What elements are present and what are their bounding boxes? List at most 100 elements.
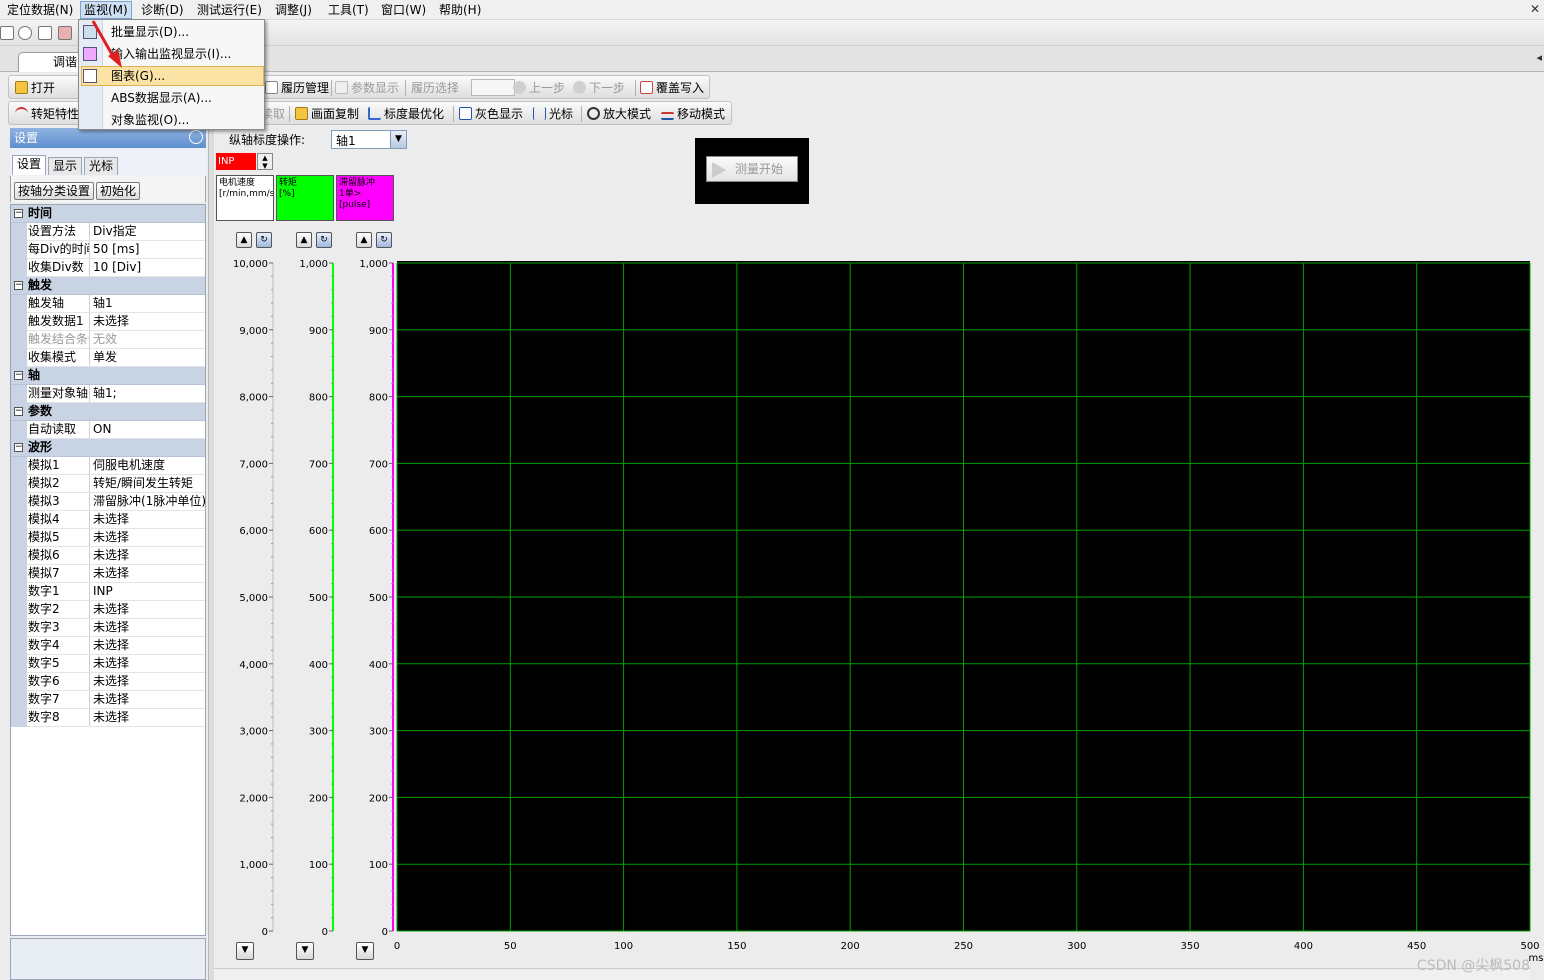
torque-button[interactable]: 转矩特性 [15, 105, 79, 123]
property-value[interactable]: 未选择 [93, 313, 205, 330]
prev-button[interactable]: 上一步 [513, 79, 565, 97]
axis-category-button[interactable]: 按轴分类设置 [14, 182, 95, 200]
legend-droop-pulse[interactable]: 滞留脉冲 1单> [pulse] [336, 175, 394, 221]
property-value[interactable]: INP [93, 583, 205, 600]
menu-monitor[interactable]: 监视(M) [80, 1, 132, 19]
menu-position-data[interactable]: 定位数据(N) [4, 2, 76, 18]
property-row[interactable]: 数字5 未选择 [11, 655, 205, 673]
property-value[interactable]: 未选择 [93, 691, 205, 708]
param-display-button[interactable]: 参数显示 [335, 79, 399, 97]
property-category[interactable]: − 触发 [11, 277, 205, 295]
property-row[interactable]: 数字7 未选择 [11, 691, 205, 709]
property-value[interactable]: 未选择 [93, 565, 205, 582]
collapse-icon[interactable]: − [14, 209, 23, 218]
property-value[interactable]: 50 [ms] [93, 241, 205, 258]
chevron-down-icon[interactable]: ▼ [390, 131, 406, 148]
property-row[interactable]: 模拟4 未选择 [11, 511, 205, 529]
zoom-mode-button[interactable]: 放大模式 [587, 105, 651, 123]
collapse-icon[interactable]: − [14, 407, 23, 416]
property-category[interactable]: − 时间 [11, 205, 205, 223]
menu-object-monitor[interactable]: 对象监视(O)... [111, 112, 189, 128]
menu-help[interactable]: 帮助(H) [436, 2, 484, 18]
collapse-icon[interactable]: − [14, 281, 23, 290]
menu-io-monitor[interactable]: 输入输出监视显示(I)... [111, 46, 231, 62]
property-value[interactable]: 10 [Div] [93, 259, 205, 276]
property-row[interactable]: 收集模式 单发 [11, 349, 205, 367]
tab-cursor[interactable]: 光标 [84, 157, 119, 175]
initialize-button[interactable]: 初始化 [96, 182, 141, 200]
property-category[interactable]: − 波形 [11, 439, 205, 457]
monitor-icon[interactable] [58, 26, 72, 40]
menu-graph[interactable]: 图表(G)... [111, 68, 165, 84]
gray-display-button[interactable]: 灰色显示 [459, 105, 523, 123]
property-value[interactable]: 单发 [93, 349, 205, 366]
property-value[interactable]: 无效 [93, 331, 205, 348]
tab-display[interactable]: 显示 [48, 157, 83, 175]
history-select-box[interactable] [471, 79, 515, 96]
property-value[interactable]: 未选择 [93, 637, 205, 654]
move-mode-button[interactable]: 移动模式 [661, 105, 725, 123]
property-row[interactable]: 数字6 未选择 [11, 673, 205, 691]
open-button[interactable]: 打开 [15, 79, 55, 97]
property-value[interactable]: 未选择 [93, 619, 205, 636]
property-row[interactable]: 测量对象轴 轴1; [11, 385, 205, 403]
overwrite-button[interactable]: 覆盖写入 [640, 79, 704, 97]
property-value[interactable]: 轴1 [93, 295, 205, 312]
axis-select[interactable]: 轴1 ▼ [331, 130, 407, 149]
property-row[interactable]: 触发轴 轴1 [11, 295, 205, 313]
property-category[interactable]: − 轴 [11, 367, 205, 385]
inp-signal-box[interactable]: INP [216, 153, 256, 170]
graph-chart[interactable]: 0 50 100 150 200 250 300 350 400 450 500ms10,0009,… [214, 222, 1544, 962]
history-button[interactable]: 履历管理 [265, 79, 329, 97]
property-row[interactable]: 每Div的时间 50 [ms] [11, 241, 205, 259]
property-value[interactable]: 伺服电机速度 [93, 457, 205, 474]
legend-motor-speed[interactable]: 电机速度 [r/min,mm/s] [216, 175, 274, 221]
menu-adjust[interactable]: 调整(J) [272, 2, 315, 18]
property-value[interactable]: 未选择 [93, 655, 205, 672]
property-value[interactable]: 轴1; [93, 385, 205, 402]
property-value[interactable]: 未选择 [93, 673, 205, 690]
property-value[interactable]: 未选择 [93, 547, 205, 564]
new-icon[interactable] [0, 26, 14, 40]
property-value[interactable]: 转矩/瞬间发生转矩 [93, 475, 205, 492]
horizontal-scrollbar[interactable] [214, 968, 1530, 980]
property-row[interactable]: 模拟2 转矩/瞬间发生转矩 [11, 475, 205, 493]
property-value[interactable]: 滞留脉冲(1脉冲单位) [93, 493, 205, 510]
next-button[interactable]: 下一步 [573, 79, 625, 97]
property-value[interactable]: 未选择 [93, 511, 205, 528]
measure-start-button[interactable]: 测量开始 [706, 156, 798, 182]
property-value[interactable]: Div指定 [93, 223, 205, 240]
spinner-icon[interactable]: ▲ ▼ [257, 153, 273, 170]
scale-optimize-button[interactable]: 标度最优化 [368, 105, 444, 123]
property-row[interactable]: 数字1 INP [11, 583, 205, 601]
property-row[interactable]: 模拟6 未选择 [11, 547, 205, 565]
collapse-icon[interactable]: − [14, 371, 23, 380]
collapse-icon[interactable]: − [14, 443, 23, 452]
menu-abs-data[interactable]: ABS数据显示(A)... [111, 90, 212, 106]
property-value[interactable]: 未选择 [93, 601, 205, 618]
property-row[interactable]: 数字4 未选择 [11, 637, 205, 655]
property-row[interactable]: 数字3 未选择 [11, 619, 205, 637]
screen-copy-button[interactable]: 画面复制 [295, 105, 359, 123]
property-row[interactable]: 触发数据1 未选择 [11, 313, 205, 331]
property-row[interactable]: 数字2 未选择 [11, 601, 205, 619]
hand-icon[interactable] [38, 26, 52, 40]
menu-test-run[interactable]: 测试运行(E) [194, 2, 265, 18]
property-value[interactable]: 未选择 [93, 709, 205, 726]
legend-torque[interactable]: 转矩 [%] [276, 175, 334, 221]
menu-tools[interactable]: 工具(T) [325, 2, 372, 18]
property-row[interactable]: 模拟1 伺服电机速度 [11, 457, 205, 475]
property-row[interactable]: 收集Div数 10 [Div] [11, 259, 205, 277]
pin-icon[interactable] [189, 130, 203, 144]
menu-diagnose[interactable]: 诊断(D) [138, 2, 187, 18]
property-value[interactable]: 未选择 [93, 529, 205, 546]
property-row[interactable]: 数字8 未选择 [11, 709, 205, 727]
tab-settings[interactable]: 设置 [12, 155, 47, 175]
property-row[interactable]: 触发结合条件无效 [11, 331, 205, 349]
property-row[interactable]: 模拟5 未选择 [11, 529, 205, 547]
search-icon[interactable] [18, 26, 32, 40]
close-icon[interactable]: ✕ [1530, 2, 1540, 16]
property-category[interactable]: − 参数 [11, 403, 205, 421]
property-row[interactable]: 设置方法 Div指定 [11, 223, 205, 241]
cursor-button[interactable]: 光标 [533, 105, 573, 123]
